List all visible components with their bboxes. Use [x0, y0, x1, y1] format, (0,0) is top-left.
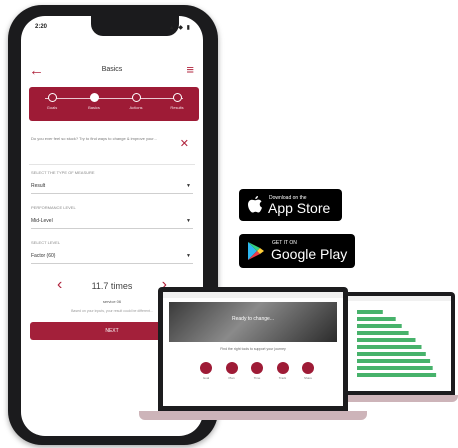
laptop-secondary-base: [333, 395, 458, 402]
field-label: SELECT THE TYPE OF MEASURE: [31, 170, 95, 175]
laptop-main-base: [139, 411, 367, 420]
feature-label: Track: [278, 376, 287, 380]
clock-icon: [251, 362, 263, 374]
info-text: Do you ever feel so stuck? Try to find w…: [31, 136, 157, 141]
step-dot: [172, 93, 182, 102]
level-select[interactable]: Factor (60) ▼: [31, 249, 193, 264]
chart-bar: [357, 359, 431, 363]
chart-icon: [276, 362, 289, 374]
google-play-logo-icon: [248, 242, 264, 260]
chevron-down-icon: ▼: [186, 253, 191, 259]
close-icon[interactable]: ✕: [180, 137, 189, 150]
feature-label: Goal: [202, 376, 210, 380]
feature-icon-row: Goal Plan Time Track Share: [197, 362, 317, 382]
step-results[interactable]: Results: [156, 93, 198, 110]
laptop-secondary-display: [347, 296, 451, 391]
select-value: Result: [31, 183, 46, 189]
feature-plan[interactable]: Plan: [223, 362, 241, 382]
feature-time[interactable]: Time: [248, 362, 266, 382]
browser-bar: [347, 296, 451, 301]
select-value: Mid-Level: [31, 218, 53, 224]
step-label: Results: [170, 105, 184, 110]
select-value: Factor (60): [31, 253, 56, 259]
step-goals[interactable]: Goals: [31, 93, 73, 110]
app-store-badge[interactable]: Download on the App Store: [239, 189, 342, 221]
hamburger-menu-icon[interactable]: ≡: [186, 62, 194, 77]
step-label: Basics: [88, 105, 100, 110]
feature-label: Share: [303, 376, 312, 380]
performance-level-select[interactable]: Mid-Level ▼: [31, 214, 193, 229]
step-dot-active: [89, 93, 99, 102]
chart-bar: [357, 366, 433, 370]
feature-label: Time: [253, 376, 261, 380]
chevron-down-icon: ▼: [186, 218, 191, 224]
feature-label: Plan: [228, 376, 235, 380]
status-bar: 2:20 ▲ ◆ ▮: [21, 16, 203, 40]
status-time: 2:20: [35, 24, 48, 30]
laptop-caption: Find the right tools to support your jou…: [220, 347, 286, 351]
chart-bar: [357, 345, 422, 349]
step-basics[interactable]: Basics: [73, 93, 115, 110]
field-label: PERFORMANCE LEVEL: [31, 205, 76, 210]
browser-bar: [163, 292, 343, 298]
step-dot: [131, 93, 141, 102]
feature-track[interactable]: Track: [274, 362, 292, 382]
google-play-badge[interactable]: GET IT ON Google Play: [239, 234, 355, 268]
apple-logo-icon: [248, 196, 262, 213]
info-banner: Do you ever feel so stuck? Try to find w…: [31, 134, 193, 158]
chart-bar: [357, 331, 409, 335]
laptop-main-screen: Ready to change... Find the right tools …: [158, 287, 348, 411]
feature-goal[interactable]: Goal: [197, 362, 215, 382]
chart-bar: [357, 352, 426, 356]
step-actions[interactable]: Actions: [115, 93, 157, 110]
hero-title: Ready to change...: [232, 316, 274, 322]
target-icon: [200, 362, 212, 374]
field-label: SELECT LEVEL: [31, 240, 61, 245]
chart-bar: [357, 317, 396, 321]
divider: [29, 164, 195, 165]
step-label: Actions: [129, 105, 143, 110]
hero-image: Ready to change...: [169, 302, 337, 342]
app-bar: ← Basics ≡: [21, 60, 203, 84]
chevron-down-icon: ▼: [186, 183, 191, 189]
laptop-secondary-screen: [343, 292, 455, 395]
badge-big-text: Google Play: [271, 246, 348, 262]
feature-share[interactable]: Share: [299, 362, 317, 382]
chart-bar: [357, 338, 416, 342]
chart-bar: [357, 373, 437, 377]
step-label: Goals: [46, 105, 58, 110]
share-icon: [302, 362, 314, 374]
page-title: Basics: [101, 66, 123, 73]
badge-big-text: App Store: [268, 200, 331, 216]
results-bar-chart: [357, 310, 437, 377]
status-icons: ▲ ◆ ▮: [168, 25, 191, 31]
measure-type-select[interactable]: Result ▼: [31, 179, 193, 194]
chart-bar: [357, 324, 402, 328]
laptop-main-display: Ready to change... Find the right tools …: [163, 292, 343, 406]
chart-bar: [357, 310, 383, 314]
progress-stepper: Goals Basics Actions Results: [29, 87, 199, 121]
clipboard-icon: [225, 362, 238, 374]
step-dot: [47, 93, 57, 102]
